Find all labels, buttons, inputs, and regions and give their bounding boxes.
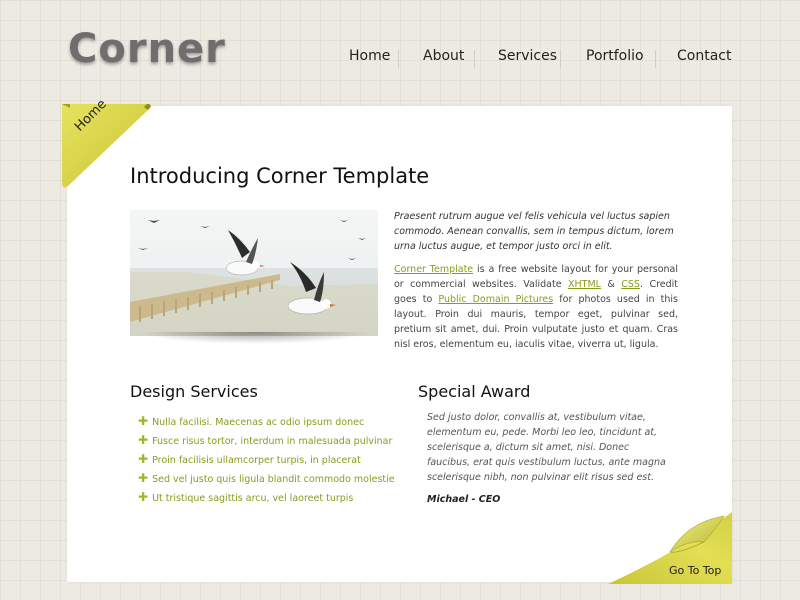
list-item-label: Fusce risus tortor, interdum in malesuad…: [152, 436, 393, 447]
photo-shadow: [138, 332, 370, 344]
go-to-top-link[interactable]: Go To Top: [669, 564, 721, 577]
nav-home[interactable]: Home: [349, 48, 390, 64]
nav-portfolio[interactable]: Portfolio: [586, 48, 644, 64]
nav-about[interactable]: About: [423, 48, 464, 64]
list-item[interactable]: ✚ Ut tristique sagittis arcu, vel laoreet…: [138, 490, 395, 509]
seagulls-photo: [130, 210, 378, 336]
css-link[interactable]: CSS: [621, 279, 640, 290]
list-item[interactable]: ✚ Nulla facilisi. Maecenas ac odio ipsum …: [138, 414, 395, 433]
corner-template-link[interactable]: Corner Template: [394, 264, 473, 275]
public-domain-pictures-link[interactable]: Public Domain Pictures: [438, 294, 553, 305]
nav-divider: [474, 50, 475, 68]
nav-divider: [398, 50, 399, 68]
services-list: ✚ Nulla facilisi. Maecenas ac odio ipsum …: [138, 414, 395, 509]
list-item-label: Sed vel justo quis ligula blandit commod…: [152, 474, 395, 485]
plus-icon: ✚: [138, 490, 149, 504]
list-item[interactable]: ✚ Sed vel justo quis ligula blandit commo…: [138, 471, 395, 490]
award-quote: Sed justo dolor, convallis at, vestibulu…: [427, 412, 666, 483]
list-item-label: Ut tristique sagittis arcu, vel laoreet …: [152, 493, 354, 504]
main-nav: Home About Services Portfolio Contact: [0, 48, 800, 68]
list-item-label: Nulla facilisi. Maecenas ac odio ipsum d…: [152, 417, 365, 428]
list-item[interactable]: ✚ Proin facilisis ullamcorper turpis, in …: [138, 452, 395, 471]
plus-icon: ✚: [138, 452, 149, 466]
plus-icon: ✚: [138, 433, 149, 447]
intro-text: Praesent rutrum augue vel felis vehicula…: [394, 211, 674, 252]
list-item-label: Proin facilisis ullamcorper turpis, in p…: [152, 455, 361, 466]
plus-icon: ✚: [138, 414, 149, 428]
plus-icon: ✚: [138, 471, 149, 485]
design-services-heading: Design Services: [130, 382, 258, 401]
xhtml-link[interactable]: XHTML: [568, 279, 601, 290]
special-award-heading: Special Award: [418, 382, 531, 401]
award-author: Michael - CEO: [427, 494, 501, 505]
page-title: Introducing Corner Template: [130, 164, 430, 188]
nav-divider: [560, 50, 561, 68]
nav-services[interactable]: Services: [498, 48, 557, 64]
nav-divider: [655, 50, 656, 68]
list-item[interactable]: ✚ Fusce risus tortor, interdum in malesua…: [138, 433, 395, 452]
body-text: &: [600, 279, 622, 290]
intro-body: Corner Template is a free website layout…: [394, 262, 678, 352]
nav-contact[interactable]: Contact: [677, 48, 731, 64]
